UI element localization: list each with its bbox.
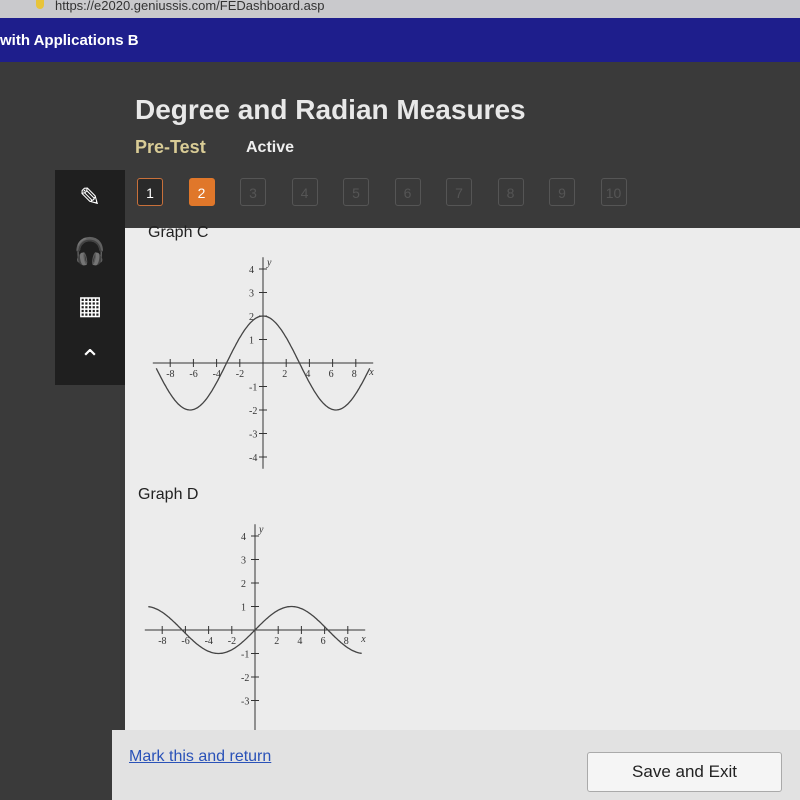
x-tick-label: -4: [205, 636, 213, 647]
url-text: https://e2020.geniussis.com/FEDashboard.…: [55, 0, 325, 13]
x-tick-label: -4: [213, 369, 221, 380]
x-tick-label: 8: [352, 369, 357, 380]
y-tick-label: -1: [241, 650, 249, 661]
caret-up-icon[interactable]: ⌃: [55, 332, 125, 386]
graph-d-label: Graph D: [138, 486, 199, 503]
footer: Mark this and return Save and Exit: [112, 730, 800, 800]
mark-and-return-link[interactable]: Mark this and return: [129, 748, 271, 766]
x-tick-label: -8: [166, 369, 174, 380]
question-4-button[interactable]: 4: [291, 178, 318, 206]
y-axis-label: y: [258, 524, 264, 535]
y-tick-label: -3: [249, 430, 257, 441]
question-2-button[interactable]: 2: [188, 178, 215, 206]
headphones-icon[interactable]: 🎧: [55, 224, 125, 278]
x-axis-label: x: [360, 634, 366, 645]
y-axis-label: y: [266, 257, 272, 268]
url-bar[interactable]: https://e2020.geniussis.com/FEDashboard.…: [0, 0, 800, 18]
status-label: Active: [246, 139, 295, 156]
x-tick-label: -2: [236, 369, 244, 380]
graph-c-label: Graph C: [148, 224, 209, 241]
save-and-exit-button[interactable]: Save and Exit: [587, 752, 782, 792]
y-tick-label: -4: [249, 453, 257, 464]
y-tick-label: 1: [241, 603, 246, 614]
question-1-button[interactable]: 1: [137, 178, 163, 206]
y-tick-label: -1: [249, 383, 257, 394]
question-10-button[interactable]: 10: [600, 178, 627, 206]
y-tick-label: 2: [241, 579, 246, 590]
y-tick-label: -3: [241, 697, 249, 708]
y-tick-label: 4: [249, 265, 254, 276]
x-tick-label: 6: [329, 369, 334, 380]
y-tick-label: 3: [241, 556, 246, 567]
x-tick-label: -2: [228, 636, 236, 647]
x-tick-label: 2: [274, 636, 279, 647]
y-tick-label: 3: [249, 289, 254, 300]
x-tick-label: 4: [297, 636, 302, 647]
graphs: xy-8 -6 -4 -2 2 4 6 8-4-3-2-11234xy-8 -6 -4 -2 2 4 6 8…: [144, 257, 374, 736]
question-panel: Graph C Graph D x y -8 -6 -4 -2 2 4 6 8 -4 -3 -2 -1 1 2…: [125, 224, 800, 736]
question-5-button[interactable]: 5: [343, 178, 369, 206]
course-title: with Applications B: [0, 32, 139, 49]
site-icon: [36, 0, 44, 9]
y-tick-label: 1: [249, 336, 254, 347]
x-tick-label: -6: [181, 636, 189, 647]
question-9-button[interactable]: 9: [549, 178, 575, 206]
y-tick-label: -2: [249, 406, 257, 417]
page-title: Degree and Radian Measures: [135, 94, 526, 125]
question-6-button[interactable]: 6: [394, 178, 421, 206]
x-tick-label: -8: [158, 636, 166, 647]
calculator-icon[interactable]: ▦: [55, 278, 125, 332]
x-tick-label: -6: [189, 369, 197, 380]
mode-label: Pre-Test: [135, 137, 206, 157]
x-tick-label: 6: [321, 636, 326, 647]
question-3-button[interactable]: 3: [240, 178, 266, 206]
y-tick-label: 4: [241, 532, 246, 543]
toolbar: ✎ 🎧 ▦ ⌃: [55, 170, 125, 385]
question-7-button[interactable]: 7: [446, 178, 472, 206]
question-8-button[interactable]: 8: [497, 178, 524, 206]
course-banner: with Applications B: [0, 18, 800, 62]
pencil-icon[interactable]: ✎: [55, 170, 125, 224]
x-tick-label: 2: [282, 369, 287, 380]
y-tick-label: -2: [241, 673, 249, 684]
